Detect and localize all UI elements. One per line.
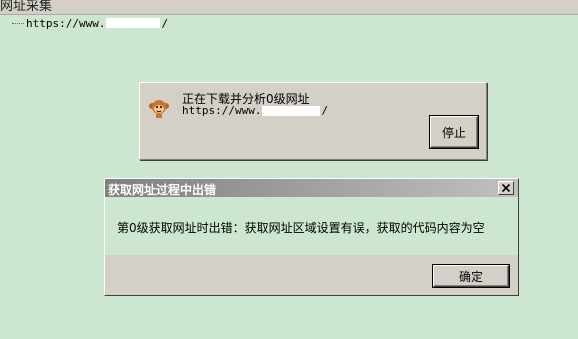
close-button[interactable] xyxy=(498,181,514,195)
window-title: 网址采集 xyxy=(0,0,53,14)
stop-button[interactable]: 停止 xyxy=(430,116,478,148)
redacted-domain xyxy=(262,105,321,116)
progress-url-prefix: https://www. xyxy=(182,104,262,117)
error-dialog-body: 第0级获取网址时出错：获取网址区域设置有误，获取的代码内容为空 xyxy=(105,197,518,255)
close-icon xyxy=(501,183,511,193)
ok-button[interactable]: 确定 xyxy=(433,265,509,287)
window-titlebar: 网址采集 xyxy=(0,0,578,15)
tree-item-url[interactable]: https://www. / xyxy=(12,16,168,30)
tree-connector xyxy=(12,22,24,24)
error-dialog-title: 获取网址过程中出错 xyxy=(108,183,217,197)
error-dialog-titlebar: 获取网址过程中出错 xyxy=(105,179,518,197)
monkey-icon xyxy=(149,100,169,118)
tree-url-prefix: https://www. xyxy=(26,16,106,30)
progress-url: https://www. / xyxy=(182,104,328,117)
progress-panel: 正在下载并分析0级网址 https://www. / 停止 xyxy=(139,82,487,160)
error-message: 第0级获取网址时出错：获取网址区域设置有误，获取的代码内容为空 xyxy=(117,221,485,235)
redacted-domain xyxy=(106,18,161,28)
error-dialog: 获取网址过程中出错 第0级获取网址时出错：获取网址区域设置有误，获取的代码内容为… xyxy=(104,178,519,296)
tree-url-suffix: / xyxy=(161,16,169,30)
progress-url-suffix: / xyxy=(321,104,329,117)
